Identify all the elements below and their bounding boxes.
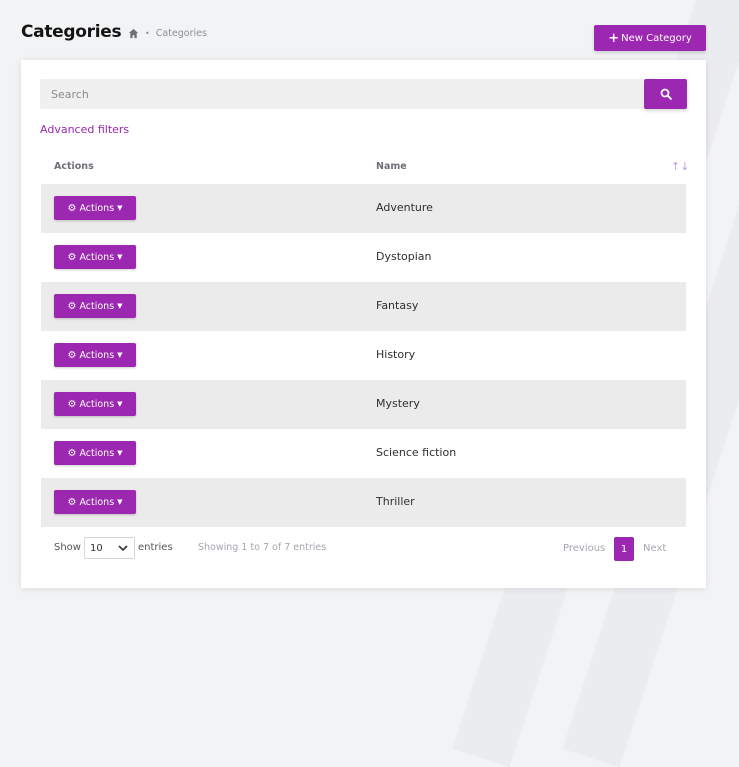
category-name: Science fiction (376, 446, 457, 459)
search-input[interactable] (40, 79, 643, 109)
gear-icon: ⚙ (67, 398, 77, 410)
caret-down-icon: ▼ (117, 302, 123, 310)
actions-button[interactable]: ⚙ Actions ▼ (54, 343, 136, 367)
actions-label: Actions (79, 202, 115, 214)
actions-button[interactable]: ⚙ Actions ▼ (54, 196, 136, 220)
gear-icon: ⚙ (67, 300, 77, 312)
table-row: ⚙ Actions ▼ Adventure (41, 184, 686, 233)
actions-button[interactable]: ⚙ Actions ▼ (54, 441, 136, 465)
page-title: Categories (21, 22, 122, 42)
table-row: ⚙ Actions ▼ Fantasy (41, 282, 686, 331)
category-name: History (376, 348, 416, 361)
actions-label: Actions (79, 398, 115, 410)
entries-label: entries (138, 542, 173, 553)
show-label: Show (54, 542, 81, 553)
sort-icon[interactable]: ↑↓ (671, 160, 689, 173)
new-category-label: New Category (621, 32, 692, 44)
category-name: Fantasy (376, 299, 419, 312)
table-info: Showing 1 to 7 of 7 entries (198, 542, 327, 553)
actions-button[interactable]: ⚙ Actions ▼ (54, 392, 136, 416)
chevron-down-icon (118, 545, 128, 552)
caret-down-icon: ▼ (117, 400, 123, 408)
column-header-actions: Actions (54, 161, 94, 172)
table-row: ⚙ Actions ▼ Mystery (41, 380, 686, 429)
breadcrumb-current: Categories (155, 28, 207, 39)
page-size-select[interactable]: 10 (84, 537, 135, 559)
search-button[interactable] (644, 79, 687, 109)
actions-button[interactable]: ⚙ Actions ▼ (54, 490, 136, 514)
gear-icon: ⚙ (67, 496, 77, 508)
categories-card: Advanced filters Actions Name ↑↓ ⚙ Actio… (21, 60, 706, 588)
caret-down-icon: ▼ (117, 204, 123, 212)
breadcrumb-separator: • (145, 29, 150, 38)
plus-icon: + (608, 30, 620, 46)
table-body: ⚙ Actions ▼ Adventure ⚙ Actions ▼ Dystop… (41, 184, 686, 527)
table-row: ⚙ Actions ▼ Science fiction (41, 429, 686, 478)
advanced-filters-link[interactable]: Advanced filters (40, 123, 129, 136)
actions-label: Actions (79, 349, 115, 361)
actions-button[interactable]: ⚙ Actions ▼ (54, 294, 136, 318)
page-1-button[interactable]: 1 (614, 537, 634, 561)
caret-down-icon: ▼ (117, 253, 123, 261)
caret-down-icon: ▼ (117, 498, 123, 506)
caret-down-icon: ▼ (117, 351, 123, 359)
home-icon[interactable] (128, 28, 139, 39)
gear-icon: ⚙ (67, 349, 77, 361)
table-row: ⚙ Actions ▼ Thriller (41, 478, 686, 527)
breadcrumb: • Categories (128, 28, 207, 39)
category-name: Dystopian (376, 250, 432, 263)
actions-label: Actions (79, 496, 115, 508)
search-icon (660, 88, 672, 100)
table-row: ⚙ Actions ▼ History (41, 331, 686, 380)
actions-label: Actions (79, 300, 115, 312)
gear-icon: ⚙ (67, 202, 77, 214)
page-size-value: 10 (90, 542, 103, 554)
gear-icon: ⚙ (67, 251, 77, 263)
new-category-button[interactable]: + New Category (594, 25, 706, 51)
previous-page-button[interactable]: Previous (563, 543, 605, 554)
column-header-name[interactable]: Name (376, 161, 407, 172)
next-page-button[interactable]: Next (643, 543, 666, 554)
actions-label: Actions (79, 251, 115, 263)
actions-button[interactable]: ⚙ Actions ▼ (54, 245, 136, 269)
actions-label: Actions (79, 447, 115, 459)
category-name: Thriller (376, 495, 415, 508)
table-row: ⚙ Actions ▼ Dystopian (41, 233, 686, 282)
category-name: Mystery (376, 397, 420, 410)
gear-icon: ⚙ (67, 447, 77, 459)
caret-down-icon: ▼ (117, 449, 123, 457)
category-name: Adventure (376, 201, 433, 214)
